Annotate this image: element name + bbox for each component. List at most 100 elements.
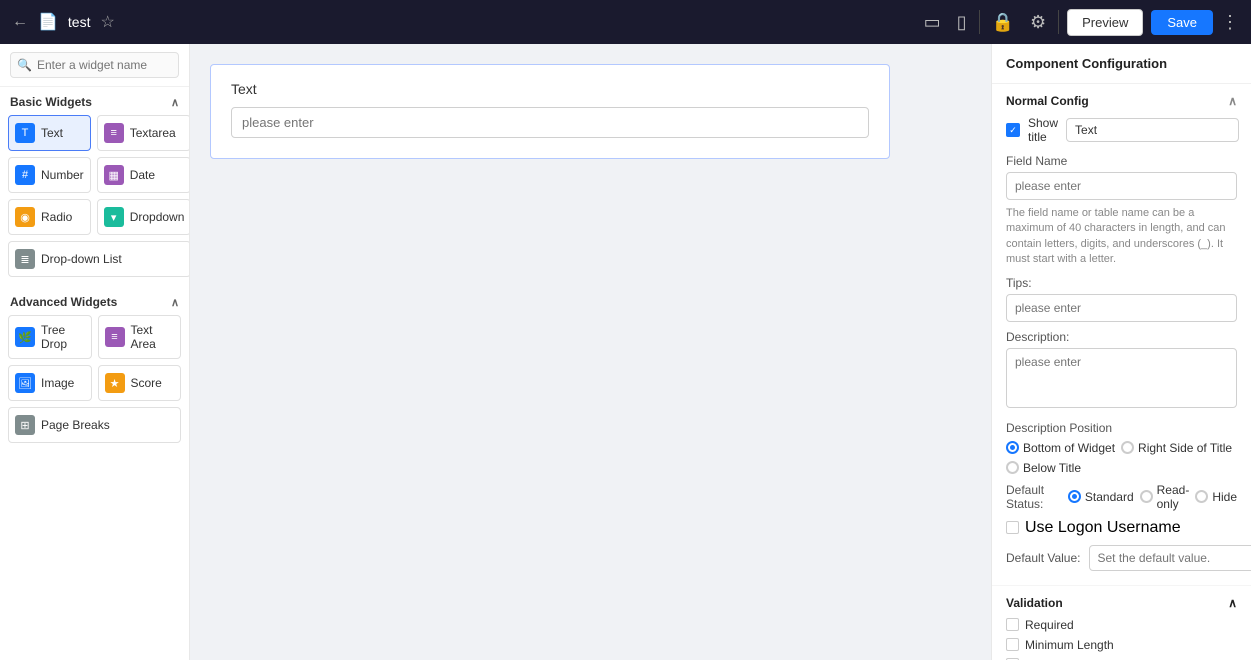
basic-widgets-header: Basic Widgets ∧ (0, 87, 189, 115)
widget-page-breaks-label: Page Breaks (41, 418, 110, 432)
divider-2 (1058, 10, 1059, 34)
radio-standard-dot (1068, 490, 1081, 503)
widget-text-icon: T (15, 123, 35, 143)
desktop-icon[interactable]: ▭ (920, 8, 945, 37)
widget-radio[interactable]: ◉ Radio (8, 199, 91, 235)
sidebar-search: 🔍 (0, 44, 189, 87)
widget-date-icon: ▦ (104, 165, 124, 185)
widget-dropdown-icon: ▾ (104, 207, 124, 227)
basic-section-label: Basic Widgets (10, 95, 92, 109)
basic-collapse-icon[interactable]: ∧ (171, 96, 179, 109)
radio-below-title-dot (1006, 461, 1019, 474)
form-card-title: Text (231, 81, 869, 97)
widget-dropdown[interactable]: ▾ Dropdown (97, 199, 190, 235)
widget-textarea-label: Textarea (130, 126, 176, 140)
radio-right-title[interactable]: Right Side of Title (1121, 441, 1232, 455)
widget-dropdown-label: Dropdown (130, 210, 185, 224)
widget-date[interactable]: ▦ Date (97, 157, 190, 193)
widget-score-label: Score (131, 376, 162, 390)
radio-standard[interactable]: Standard (1068, 490, 1134, 504)
radio-below-title[interactable]: Below Title (1006, 461, 1081, 475)
form-text-input[interactable] (231, 107, 869, 138)
basic-widgets-grid: T Text ≡ Textarea # Number ▦ Date ◉ Radi… (0, 115, 189, 287)
validation-min-length[interactable]: Minimum Length (1006, 638, 1237, 652)
advanced-widgets-grid: 🌿 Tree Drop ≡ Text Area 🖼 Image ★ Score … (0, 315, 189, 453)
default-status-row: Default Status: Standard Read-only Hide (1006, 483, 1237, 511)
radio-right-title-dot (1121, 441, 1134, 454)
show-title-row: ✓ Show title (1006, 116, 1237, 144)
validation-collapse[interactable]: ∧ (1228, 596, 1237, 610)
more-icon[interactable]: ⋮ (1221, 12, 1239, 33)
radio-bottom-widget[interactable]: Bottom of Widget (1006, 441, 1115, 455)
sidebar: 🔍 Basic Widgets ∧ T Text ≡ Textarea # Nu… (0, 44, 190, 660)
save-button[interactable]: Save (1151, 10, 1213, 35)
search-input[interactable] (10, 52, 179, 78)
use-logon-checkbox[interactable] (1006, 521, 1019, 534)
canvas-area[interactable]: Text (190, 44, 991, 660)
validation-required[interactable]: Required (1006, 618, 1237, 632)
widget-text-area[interactable]: ≡ Text Area (98, 315, 182, 359)
show-title-checkbox[interactable]: ✓ (1006, 123, 1020, 137)
topbar-right: ▭ ▯ 🔒 ⚙ Preview Save ⋮ (920, 8, 1239, 37)
show-title-input[interactable] (1066, 118, 1239, 142)
default-status-label: Default Status: (1006, 483, 1058, 511)
back-icon[interactable]: ← (12, 13, 28, 31)
widget-date-label: Date (130, 168, 155, 182)
tips-input[interactable] (1006, 294, 1237, 322)
form-card[interactable]: Text (210, 64, 890, 159)
widget-radio-label: Radio (41, 210, 72, 224)
widget-tree-drop-label: Tree Drop (41, 323, 85, 351)
use-logon-row: Use Logon Username (1006, 519, 1237, 537)
default-value-input[interactable] (1089, 545, 1251, 571)
field-hint: The field name or table name can be a ma… (1006, 206, 1237, 268)
page-title: test (68, 14, 91, 30)
widget-score[interactable]: ★ Score (98, 365, 182, 401)
advanced-section-label: Advanced Widgets (10, 295, 117, 309)
widget-text[interactable]: T Text (8, 115, 91, 151)
widget-text-label: Text (41, 126, 63, 140)
widget-number-label: Number (41, 168, 84, 182)
normal-config-label: Normal Config ∧ (1006, 94, 1237, 108)
validation-header: Validation ∧ (1006, 596, 1237, 610)
widget-dropdown-list[interactable]: ≣ Drop-down List (8, 241, 190, 277)
tips-label: Tips: (1006, 276, 1237, 290)
topbar-left: ← 📄 test ☆ (12, 12, 908, 32)
desc-position-label: Description Position (1006, 421, 1237, 435)
normal-config-collapse[interactable]: ∧ (1228, 94, 1237, 108)
validation-section: Validation ∧ Required Minimum Length Max… (992, 586, 1251, 660)
description-textarea[interactable] (1006, 348, 1237, 408)
panel-title: Component Configuration (1006, 56, 1167, 71)
preview-button[interactable]: Preview (1067, 9, 1143, 36)
doc-icon: 📄 (38, 12, 58, 32)
advanced-widgets-header: Advanced Widgets ∧ (0, 287, 189, 315)
settings-icon[interactable]: ⚙ (1026, 8, 1050, 37)
use-logon-label: Use Logon Username (1025, 519, 1181, 537)
panel-header: Component Configuration (992, 44, 1251, 84)
tablet-icon[interactable]: ▯ (953, 8, 971, 37)
widget-number[interactable]: # Number (8, 157, 91, 193)
show-title-label: Show title (1028, 116, 1058, 144)
field-name-input[interactable] (1006, 172, 1237, 200)
advanced-collapse-icon[interactable]: ∧ (171, 296, 179, 309)
widget-tree-drop-icon: 🌿 (15, 327, 35, 347)
min-length-checkbox[interactable] (1006, 638, 1019, 651)
widget-dropdown-list-label: Drop-down List (41, 252, 122, 266)
default-value-label: Default Value: (1006, 551, 1081, 565)
widget-image[interactable]: 🖼 Image (8, 365, 92, 401)
divider-1 (979, 10, 980, 34)
widget-number-icon: # (15, 165, 35, 185)
widget-page-breaks-icon: ⊞ (15, 415, 35, 435)
required-checkbox[interactable] (1006, 618, 1019, 631)
lock-icon[interactable]: 🔒 (988, 8, 1018, 37)
radio-bottom-widget-dot (1006, 441, 1019, 454)
widget-dropdown-list-icon: ≣ (15, 249, 35, 269)
widget-tree-drop[interactable]: 🌿 Tree Drop (8, 315, 92, 359)
widget-textarea-icon: ≡ (104, 123, 124, 143)
star-icon[interactable]: ☆ (101, 12, 115, 32)
widget-textarea[interactable]: ≡ Textarea (97, 115, 190, 151)
normal-config-section: Normal Config ∧ ✓ Show title Field Name … (992, 84, 1251, 586)
description-label: Description: (1006, 330, 1237, 344)
widget-page-breaks[interactable]: ⊞ Page Breaks (8, 407, 181, 443)
radio-readonly[interactable]: Read-only (1140, 483, 1190, 511)
radio-hide[interactable]: Hide (1195, 490, 1237, 504)
